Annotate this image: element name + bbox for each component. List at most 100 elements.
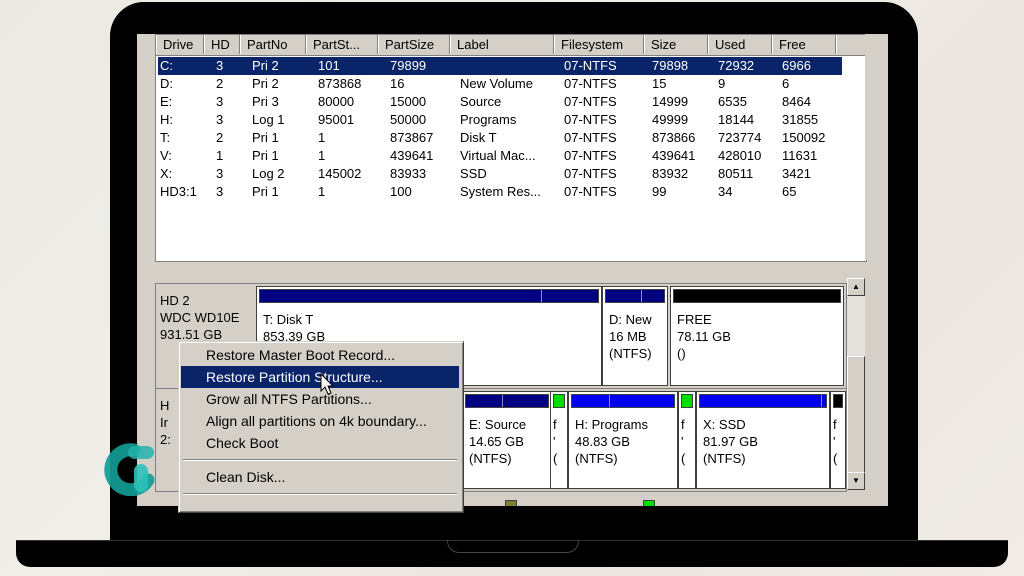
partition-label-line: ( — [681, 451, 686, 466]
col-partstart[interactable]: PartSt... — [306, 35, 378, 54]
col-partno[interactable]: PartNo — [240, 35, 306, 54]
cell-drive: C: — [160, 58, 173, 73]
cell-hd: 3 — [216, 94, 224, 109]
table-row[interactable]: V: 1 Pri 1 1 439641 Virtual Mac... 07-NTFS 4396… — [158, 147, 842, 165]
cell-hd: 3 — [216, 58, 224, 73]
cell-drive: V: — [160, 148, 172, 163]
menu-align-4k[interactable]: Align all partitions on 4k boundary... — [181, 410, 459, 432]
table-row[interactable]: C: 3 Pri 2 101 79899 07-NTFS 79898 72932 6966 — [158, 57, 842, 75]
partition-usage-bar — [833, 394, 843, 408]
cell-size: 79898 — [652, 58, 689, 73]
col-used[interactable]: Used — [708, 35, 772, 54]
partition-block[interactable]: f ' ( — [830, 391, 846, 489]
partition-usage-bar — [681, 394, 693, 408]
partition-block[interactable]: f ' ( — [550, 391, 568, 489]
legend-swatch-dynamic — [505, 500, 517, 506]
cell-fs: 07-NTFS — [564, 148, 617, 163]
menu-check-boot[interactable]: Check Boot — [181, 432, 459, 454]
table-header: Drive HD PartNo PartSt... PartSize Label… — [156, 35, 866, 56]
cell-partno: Log 1 — [252, 112, 285, 127]
brand-logo-icon — [104, 443, 155, 496]
menu-clean-disk[interactable]: Clean Disk... — [181, 466, 459, 488]
disk-info: HD 2 WDC WD10E 931.51 GB — [160, 292, 239, 343]
disk-name: H — [160, 398, 170, 413]
cell-partsize: 16 — [390, 76, 405, 91]
table-row[interactable]: D: 2 Pri 2 873868 16 New Volume 07-NTFS 15 9 6 — [158, 75, 842, 93]
menu-restore-mbr[interactable]: Restore Master Boot Record... — [181, 344, 459, 366]
cell-free: 6966 — [782, 58, 811, 73]
disk-map-scrollbar[interactable]: ▲ ▼ — [847, 278, 865, 490]
cell-used: 18144 — [718, 112, 755, 127]
cell-free: 150092 — [782, 130, 826, 145]
partition-label-line: (NTFS) — [575, 451, 618, 466]
partition-block[interactable]: FREE 78.11 GB () — [670, 286, 844, 386]
cell-partno: Pri 2 — [252, 58, 279, 73]
cell-partstart: 145002 — [318, 166, 362, 181]
cell-partstart: 95001 — [318, 112, 355, 127]
table-row[interactable]: H: 3 Log 1 95001 50000 Programs 07-NTFS 49999 18… — [158, 111, 842, 129]
col-size[interactable]: Size — [644, 35, 708, 54]
cell-used: 428010 — [718, 148, 762, 163]
table-row[interactable]: T: 2 Pri 1 1 873867 Disk T 07-NTFS 873866 723774… — [158, 129, 842, 147]
partition-label-line: (NTFS) — [703, 451, 746, 466]
partition-block[interactable]: D: New 16 MB (NTFS) — [602, 286, 668, 386]
col-free[interactable]: Free — [772, 35, 836, 54]
partition-used-fill — [572, 395, 610, 407]
cell-free: 65 — [782, 184, 797, 199]
col-filesystem[interactable]: Filesystem — [554, 35, 644, 54]
partition-block[interactable]: H: Programs 48.83 GB (NTFS) — [568, 391, 678, 489]
partition-block[interactable]: E: Source 14.65 GB (NTFS) — [462, 391, 552, 489]
partition-used-fill — [700, 395, 822, 407]
partition-block[interactable]: f ' ( — [678, 391, 696, 489]
cell-free: 6 — [782, 76, 790, 91]
scroll-down-arrow-icon[interactable]: ▼ — [847, 472, 865, 490]
cell-partno: Pri 2 — [252, 76, 279, 91]
table-row[interactable]: E: 3 Pri 3 80000 15000 Source 07-NTFS 14999 6535… — [158, 93, 842, 111]
partition-usage-bar — [465, 394, 549, 408]
table-row[interactable]: HD3:1 3 Pri 1 1 100 System Res... 07-NTFS 99 34 6… — [158, 183, 842, 201]
partition-label-line: f — [681, 417, 685, 432]
cell-partstart: 101 — [318, 58, 340, 73]
col-extra — [836, 35, 866, 54]
partition-label-line: ' — [833, 434, 836, 449]
partition-block[interactable]: X: SSD 81.97 GB (NTFS) — [696, 391, 830, 489]
partition-usage-bar — [673, 289, 841, 303]
col-partsize[interactable]: PartSize — [378, 35, 450, 54]
partition-label-line: D: New — [609, 312, 652, 327]
scrollbar-thumb[interactable] — [847, 356, 865, 474]
cell-hd: 3 — [216, 184, 224, 199]
cell-size: 873866 — [652, 130, 696, 145]
cell-label: Virtual Mac... — [460, 148, 536, 163]
col-drive[interactable]: Drive — [156, 35, 204, 54]
cell-drive: H: — [160, 112, 173, 127]
cell-fs: 07-NTFS — [564, 166, 617, 181]
partition-label: D: New 16 MB (NTFS) — [609, 311, 652, 362]
cell-free: 3421 — [782, 166, 811, 181]
col-label[interactable]: Label — [450, 35, 554, 54]
cell-free: 11631 — [782, 148, 818, 163]
table-row[interactable]: X: 3 Log 2 145002 83933 SSD 07-NTFS 83932 80511 3… — [158, 165, 842, 183]
cell-size: 99 — [652, 184, 667, 199]
partition-usage-bar — [553, 394, 565, 408]
partition-label-line: 16 MB — [609, 329, 647, 344]
cell-partsize: 439641 — [390, 148, 434, 163]
cell-hd: 1 — [216, 148, 224, 163]
partition-table[interactable]: Drive HD PartNo PartSt... PartSize Label… — [155, 34, 867, 262]
partition-label: FREE 78.11 GB () — [677, 311, 731, 362]
partition-label-line: (NTFS) — [469, 451, 512, 466]
scroll-up-arrow-icon[interactable]: ▲ — [847, 278, 865, 296]
col-hd[interactable]: HD — [204, 35, 240, 54]
cell-partno: Log 2 — [252, 166, 285, 181]
cell-partno: Pri 3 — [252, 94, 279, 109]
partition-label: E: Source 14.65 GB (NTFS) — [469, 416, 526, 467]
cell-hd: 3 — [216, 112, 224, 127]
cell-label: Source — [460, 94, 502, 109]
cell-used: 6535 — [718, 94, 747, 109]
partition-label: f ' ( — [681, 416, 685, 467]
partition-label-line: 78.11 GB — [677, 329, 731, 344]
cell-partno: Pri 1 — [252, 148, 279, 163]
laptop-notch — [447, 540, 579, 553]
partition-label-line: 48.83 GB — [575, 434, 630, 449]
partition-used-fill — [466, 395, 504, 407]
partition-label-line: f — [553, 417, 557, 432]
